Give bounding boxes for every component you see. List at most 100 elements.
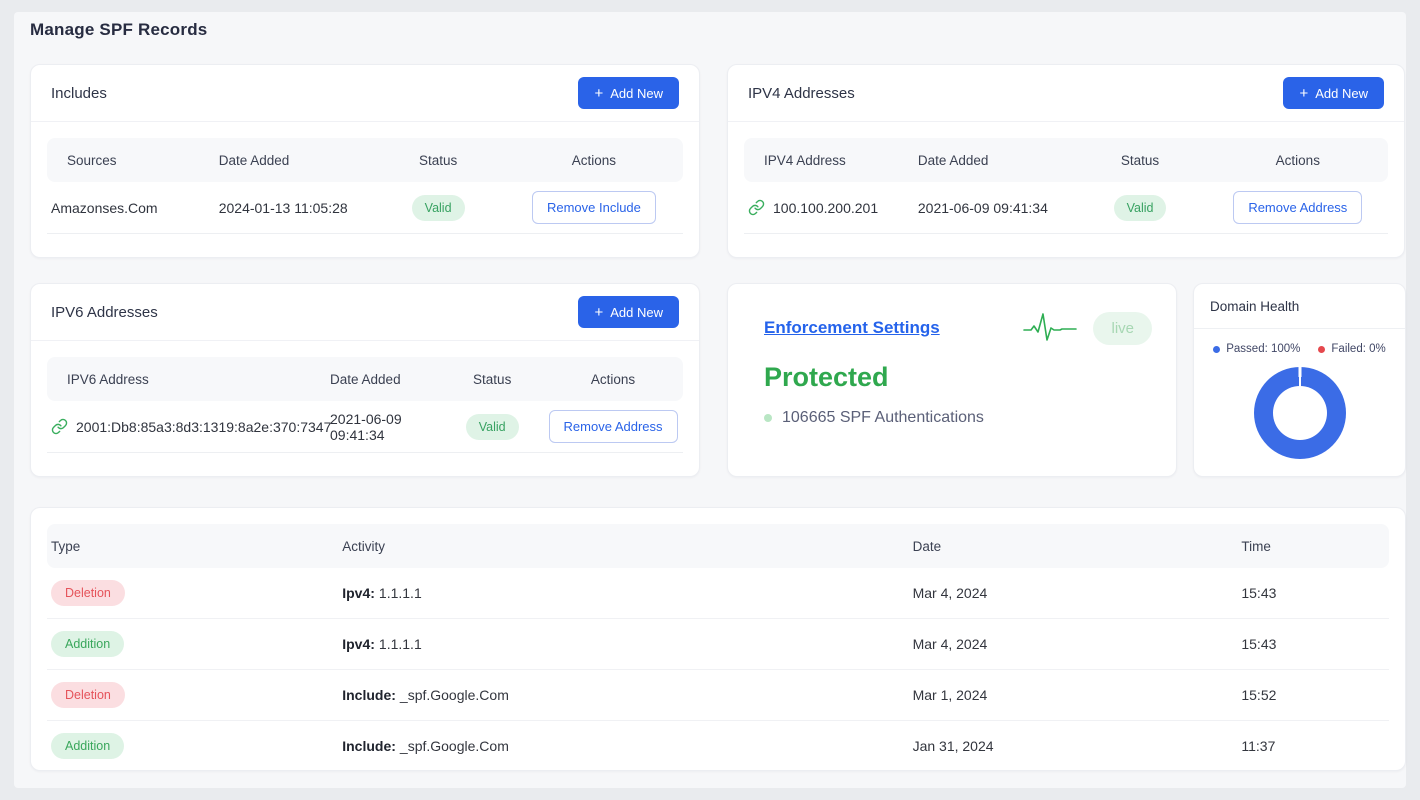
activity-value: _spf.Google.Com xyxy=(400,738,509,754)
add-new-label: Add New xyxy=(610,305,663,320)
col-status: Status xyxy=(371,153,505,168)
ipv6-table: IPV6 Address Date Added Status Actions 2… xyxy=(31,341,699,453)
protection-status: Protected xyxy=(764,362,1152,393)
activity-row: Addition Include:_spf.Google.Com Jan 31,… xyxy=(47,721,1389,771)
activity-label: Ipv4: xyxy=(342,585,375,601)
activity-label: Ipv4: xyxy=(342,636,375,652)
col-date: Date xyxy=(913,539,1242,554)
remove-include-button[interactable]: Remove Include xyxy=(532,191,656,224)
include-date: 2024-01-13 11:05:28 xyxy=(219,200,372,216)
enforcement-card: Enforcement Settings live Protected 1066… xyxy=(727,283,1177,477)
spf-authentications-text: 106665 SPF Authentications xyxy=(782,409,984,427)
col-date-added: Date Added xyxy=(918,153,1073,168)
activity-label: Include: xyxy=(342,738,396,754)
includes-row: Amazonses.Com 2024-01-13 11:05:28 Valid … xyxy=(47,182,683,234)
status-badge: Valid xyxy=(412,195,465,221)
live-badge: live xyxy=(1093,312,1152,345)
add-new-label: Add New xyxy=(1315,86,1368,101)
col-actions: Actions xyxy=(543,372,683,387)
status-badge: Valid xyxy=(466,414,519,440)
includes-card: Includes + Add New Sources Date Added St… xyxy=(30,64,700,258)
activity-date: Mar 1, 2024 xyxy=(913,687,1242,703)
activity-row: Deletion Ipv4:1.1.1.1 Mar 4, 2024 15:43 xyxy=(47,568,1389,619)
type-badge: Addition xyxy=(51,733,124,759)
col-date-added: Date Added xyxy=(219,153,372,168)
ipv6-card-header: IPV6 Addresses + Add New xyxy=(31,284,699,341)
col-sources: Sources xyxy=(47,153,219,168)
col-status: Status xyxy=(1072,153,1207,168)
ipv6-card: IPV6 Addresses + Add New IPV6 Address Da… xyxy=(30,283,700,477)
ipv4-add-new-button[interactable]: + Add New xyxy=(1283,77,1384,109)
ipv6-row: 2001:Db8:85a3:8d3:1319:8a2e:370:7347 202… xyxy=(47,401,683,453)
plus-icon: + xyxy=(594,305,603,320)
col-actions: Actions xyxy=(1208,153,1388,168)
ipv4-date: 2021-06-09 09:41:34 xyxy=(918,200,1073,216)
activity-row: Deletion Include:_spf.Google.Com Mar 1, … xyxy=(47,670,1389,721)
activity-time: 11:37 xyxy=(1241,738,1389,754)
col-activity: Activity xyxy=(342,539,912,554)
activity-value: 1.1.1.1 xyxy=(379,636,422,652)
status-badge: Valid xyxy=(1114,195,1167,221)
type-badge: Addition xyxy=(51,631,124,657)
ipv6-table-header: IPV6 Address Date Added Status Actions xyxy=(47,357,683,401)
spf-authentications-stat: 106665 SPF Authentications xyxy=(764,409,1152,427)
includes-add-new-button[interactable]: + Add New xyxy=(578,77,679,109)
col-ipv4-address: IPV4 Address xyxy=(744,153,918,168)
add-new-label: Add New xyxy=(610,86,663,101)
activity-date: Mar 4, 2024 xyxy=(913,636,1242,652)
heartbeat-icon xyxy=(1023,310,1077,346)
ipv4-table: IPV4 Address Date Added Status Actions 1… xyxy=(728,122,1404,234)
donut-legend: Passed: 100% Failed: 0% xyxy=(1194,343,1405,355)
ipv4-title: IPV4 Addresses xyxy=(748,85,855,102)
bullet-dot-icon xyxy=(764,414,772,422)
link-icon xyxy=(748,199,765,216)
activity-date: Jan 31, 2024 xyxy=(913,738,1242,754)
includes-title: Includes xyxy=(51,85,107,102)
enforcement-settings-link[interactable]: Enforcement Settings xyxy=(764,318,940,338)
ipv4-table-header: IPV4 Address Date Added Status Actions xyxy=(744,138,1388,182)
page-title: Manage SPF Records xyxy=(30,20,207,40)
ipv4-card: IPV4 Addresses + Add New IPV4 Address Da… xyxy=(727,64,1405,258)
ipv6-date: 2021-06-09 09:41:34 xyxy=(330,411,441,443)
plus-icon: + xyxy=(594,86,603,101)
failed-dot-icon xyxy=(1318,346,1325,353)
col-actions: Actions xyxy=(505,153,683,168)
ipv4-row: 100.100.200.201 2021-06-09 09:41:34 Vali… xyxy=(744,182,1388,234)
col-ipv6-address: IPV6 Address xyxy=(47,372,330,387)
include-source: Amazonses.Com xyxy=(51,200,158,216)
domain-health-card: Domain Health Passed: 100% Failed: 0% xyxy=(1193,283,1406,477)
activity-value: _spf.Google.Com xyxy=(400,687,509,703)
legend-passed: Passed: 100% xyxy=(1213,343,1300,355)
plus-icon: + xyxy=(1299,86,1308,101)
passed-dot-icon xyxy=(1213,346,1220,353)
col-date-added: Date Added xyxy=(330,372,441,387)
activity-date: Mar 4, 2024 xyxy=(913,585,1242,601)
includes-table: Sources Date Added Status Actions Amazon… xyxy=(31,122,699,234)
activity-time: 15:43 xyxy=(1241,636,1389,652)
ipv6-address: 2001:Db8:85a3:8d3:1319:8a2e:370:7347 xyxy=(76,419,331,435)
col-time: Time xyxy=(1241,539,1389,554)
activity-row: Addition Ipv4:1.1.1.1 Mar 4, 2024 15:43 xyxy=(47,619,1389,670)
ipv6-add-new-button[interactable]: + Add New xyxy=(578,296,679,328)
includes-table-header: Sources Date Added Status Actions xyxy=(47,138,683,182)
legend-passed-label: Passed: 100% xyxy=(1226,343,1300,355)
activity-value: 1.1.1.1 xyxy=(379,585,422,601)
ipv4-address: 100.100.200.201 xyxy=(773,200,878,216)
domain-health-donut-chart xyxy=(1254,367,1346,459)
remove-address-button[interactable]: Remove Address xyxy=(1233,191,1362,224)
activity-time: 15:43 xyxy=(1241,585,1389,601)
type-badge: Deletion xyxy=(51,682,125,708)
col-type: Type xyxy=(47,539,342,554)
domain-health-title: Domain Health xyxy=(1194,284,1405,329)
type-badge: Deletion xyxy=(51,580,125,606)
activity-log-card: Type Activity Date Time Deletion Ipv4:1.… xyxy=(30,507,1406,771)
legend-failed-label: Failed: 0% xyxy=(1331,343,1385,355)
col-status: Status xyxy=(441,372,543,387)
link-icon xyxy=(51,418,68,435)
legend-failed: Failed: 0% xyxy=(1318,343,1385,355)
remove-address-button[interactable]: Remove Address xyxy=(549,410,678,443)
ipv6-title: IPV6 Addresses xyxy=(51,304,158,321)
activity-time: 15:52 xyxy=(1241,687,1389,703)
includes-card-header: Includes + Add New xyxy=(31,65,699,122)
activity-table-header: Type Activity Date Time xyxy=(47,524,1389,568)
